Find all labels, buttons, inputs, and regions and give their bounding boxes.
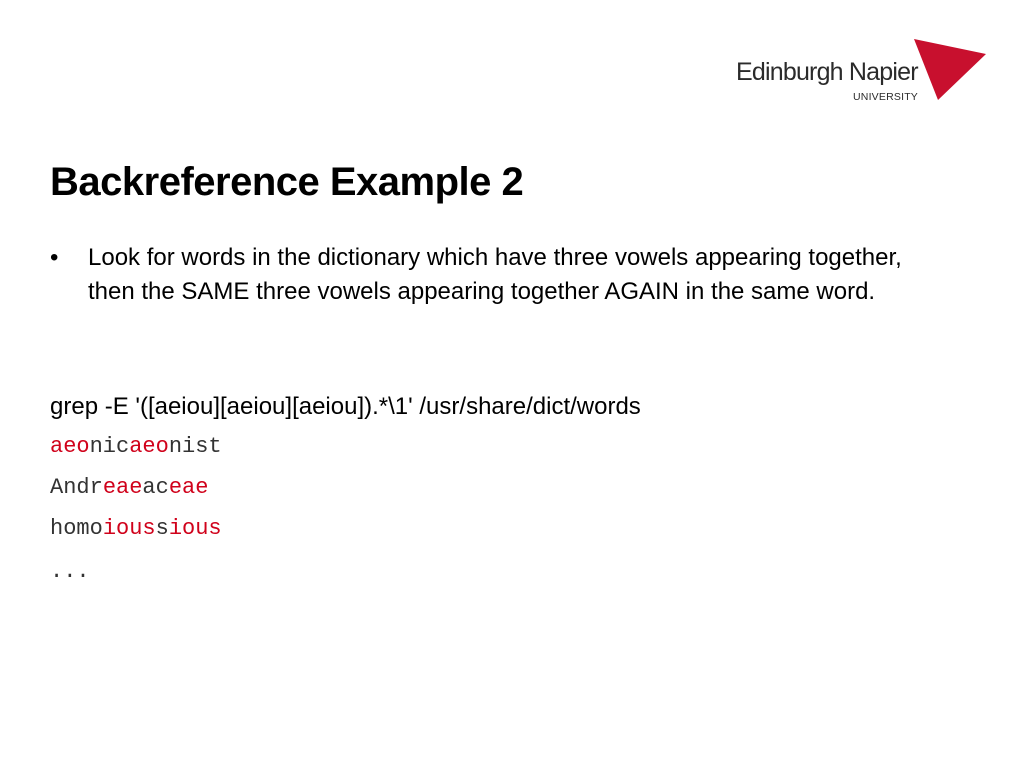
- result-plain: homo: [50, 516, 103, 541]
- logo-subtitle: UNIVERSITY: [853, 91, 919, 103]
- result-line: Andreaeaceae: [50, 474, 208, 502]
- logo-triangle-icon: [914, 39, 986, 100]
- logo-name: Edinburgh Napier: [736, 58, 919, 86]
- grep-command: grep -E '([aeiou][aeiou][aeiou]).*\1' /u…: [50, 393, 641, 420]
- slide-title: Backreference Example 2: [50, 160, 524, 204]
- bullet-text: Look for words in the dictionary which h…: [88, 244, 902, 305]
- result-plain: ac: [142, 475, 169, 500]
- result-plain: s: [155, 516, 169, 541]
- result-match: ious: [168, 516, 222, 541]
- result-plain: Andr: [50, 475, 103, 500]
- result-plain: nist: [168, 434, 222, 459]
- result-match: eae: [102, 475, 143, 500]
- result-line: aeonicaeonist: [50, 433, 222, 461]
- result-plain: nic: [89, 434, 130, 459]
- result-match: eae: [168, 475, 209, 500]
- bullet-marker: •: [50, 244, 59, 271]
- university-logo: Edinburgh Napier UNIVERSITY: [736, 38, 988, 108]
- result-match: ious: [102, 516, 156, 541]
- result-match: aeo: [129, 434, 169, 459]
- result-match: aeo: [50, 434, 90, 459]
- result-ellipsis: ...: [50, 559, 90, 584]
- result-line: homoioussious: [50, 515, 222, 543]
